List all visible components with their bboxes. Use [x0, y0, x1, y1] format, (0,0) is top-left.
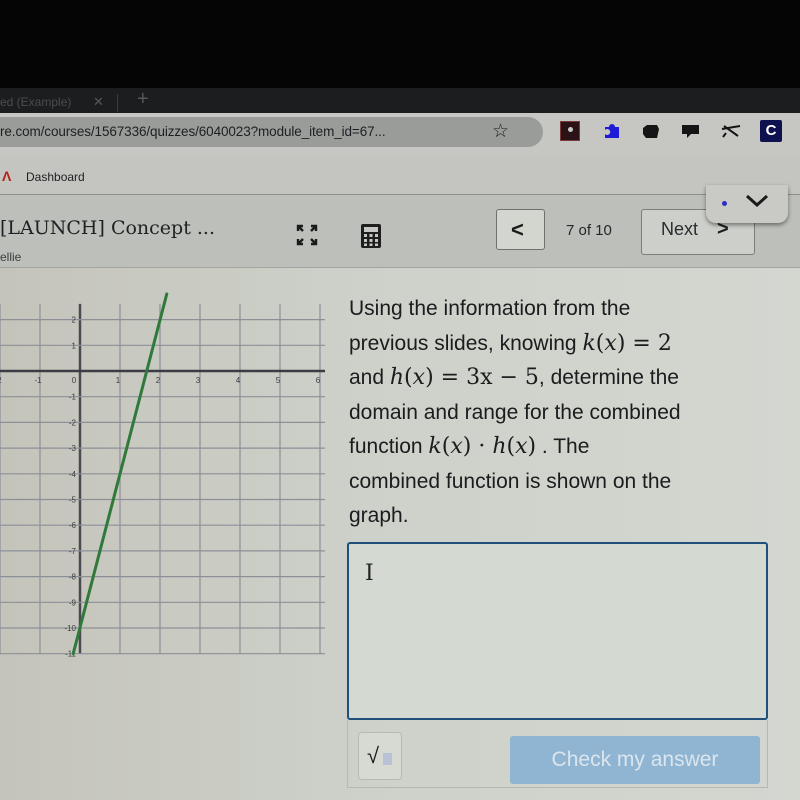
y-tick-label: -2	[69, 418, 77, 427]
equation-editor-button[interactable]: √	[358, 732, 402, 780]
extension-overlay-toggle[interactable]	[706, 185, 788, 223]
question-line: and h(x) = 3x − 5, determine the	[349, 361, 769, 396]
close-icon[interactable]: ✕	[93, 92, 104, 112]
question-line: function k(x) · h(x) . The	[349, 430, 769, 465]
y-tick-label: -5	[69, 496, 77, 505]
puzzle-extension-icon[interactable]	[601, 121, 621, 141]
status-dot	[722, 201, 727, 206]
tab-title: ed (Example)	[0, 95, 72, 109]
browser-toolbar: re.com/courses/1567336/quizzes/6040023?m…	[0, 113, 800, 155]
y-tick-label: -1	[69, 393, 77, 402]
question-fragment: , determine the	[538, 366, 679, 389]
plus-icon[interactable]: +	[137, 89, 149, 109]
question-fragment: and	[349, 366, 390, 389]
account-extension-icon[interactable]	[560, 121, 580, 141]
square-root-icon: √	[367, 743, 380, 768]
x-tick-label: 0	[72, 376, 77, 385]
math-fn: k	[582, 330, 596, 356]
question-fragment: previous slides, knowing	[349, 331, 583, 355]
math-var: x	[515, 434, 528, 459]
y-tick-label: -8	[69, 573, 77, 582]
browser-tab[interactable]: ed (Example) ✕	[0, 92, 118, 114]
x-tick-label: 2	[156, 376, 161, 385]
check-answer-button[interactable]: Check my answer	[510, 736, 760, 784]
question-fragment: function	[349, 435, 429, 458]
tab-strip: ed (Example) ✕ +	[0, 88, 800, 114]
bookmarks-bar: Λ Dashboard	[0, 155, 800, 195]
math-value: 3x − 5	[466, 365, 539, 390]
x-tick-label: 5	[276, 376, 281, 385]
math-fn: h	[389, 365, 405, 390]
placeholder-box	[383, 753, 392, 765]
math-value: 2	[657, 330, 672, 356]
question-text: Using the information from the previous …	[349, 292, 769, 534]
y-tick-label: 1	[72, 341, 77, 350]
y-tick-label: -9	[69, 598, 77, 607]
c-extension-icon[interactable]: C	[760, 120, 782, 142]
tab-divider	[117, 94, 118, 112]
address-bar[interactable]: re.com/courses/1567336/quizzes/6040023?m…	[0, 117, 543, 147]
math-fn: k	[428, 434, 442, 459]
combined-function: k(x) · h(x)	[428, 434, 537, 459]
x-tick-label: 6	[316, 376, 321, 385]
chevron-left-icon: <	[511, 217, 524, 242]
question-line: domain and range for the combined	[349, 400, 681, 424]
x-tick-label: 1	[116, 376, 121, 385]
previous-question-button[interactable]: <	[496, 209, 545, 250]
scissors-extension-icon[interactable]	[720, 121, 741, 141]
y-tick-label: 2	[72, 316, 77, 325]
question-line: Using the information from the	[349, 297, 631, 320]
url-text[interactable]: re.com/courses/1567336/quizzes/6040023?m…	[0, 124, 386, 139]
bookmark-dashboard[interactable]: Dashboard	[26, 170, 85, 184]
answer-input[interactable]: I	[347, 542, 768, 720]
question-counter: 7 of 10	[566, 222, 612, 239]
extension-icon[interactable]	[640, 121, 660, 141]
text-cursor-icon: I	[365, 561, 374, 586]
math-fn: h	[492, 434, 507, 459]
x-tick-label: -2	[0, 376, 2, 385]
y-tick-label: -10	[64, 624, 76, 633]
chevron-down-icon	[745, 194, 769, 208]
math-var: x	[412, 365, 426, 390]
quiz-student-name: ellie	[0, 250, 22, 264]
x-tick-label: 4	[236, 376, 241, 385]
question-line: previous slides, knowing k(x) = 2	[349, 327, 769, 362]
k-definition: k(x) = 2	[582, 330, 672, 356]
y-tick-label: -7	[69, 547, 77, 556]
next-label: Next	[661, 219, 699, 239]
y-tick-label: -3	[69, 444, 77, 453]
star-icon[interactable]: ☆	[492, 120, 509, 143]
calculator-icon[interactable]	[360, 223, 382, 249]
question-fragment: . The	[536, 435, 590, 458]
question-line: combined function is shown on the	[349, 469, 672, 493]
h-definition: h(x) = 3x − 5	[389, 365, 539, 390]
math-var: x	[450, 434, 463, 459]
y-tick-label: -6	[69, 521, 77, 530]
quiz-title: [LAUNCH] Concept ...	[0, 217, 216, 239]
x-tick-label: -1	[34, 376, 42, 385]
x-tick-label: 3	[196, 376, 201, 385]
canvas-logo-icon: Λ	[2, 168, 12, 184]
function-graph: -2-1012345621-1-2-3-4-5-6-7-8-9-10-11	[0, 292, 325, 659]
question-line: graph.	[349, 504, 409, 527]
screen-bezel	[0, 0, 800, 90]
comment-extension-icon[interactable]	[680, 121, 700, 141]
expand-icon[interactable]	[296, 224, 318, 246]
y-tick-label: -4	[69, 470, 77, 479]
math-var: x	[604, 330, 617, 356]
